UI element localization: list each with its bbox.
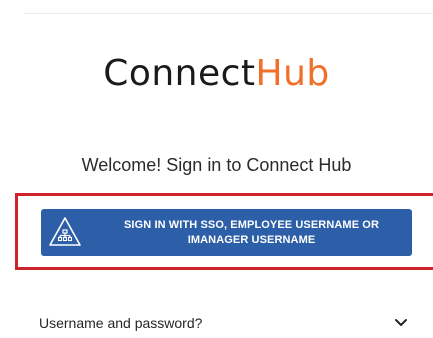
username-password-label: Username and password? [39, 315, 203, 331]
sso-button-label: SIGN IN WITH SSO, EMPLOYEE USERNAME OR I… [97, 218, 406, 248]
top-divider [24, 13, 433, 14]
logo-text-hub: Hub [255, 53, 330, 94]
username-password-toggle[interactable]: Username and password? [39, 313, 413, 333]
login-page: ConnectHub Welcome! Sign in to Connect H… [0, 0, 433, 338]
chevron-down-icon [395, 319, 407, 326]
sso-label-line2: IMANAGER USERNAME [187, 234, 316, 246]
sso-label-line1: SIGN IN WITH SSO, EMPLOYEE USERNAME OR [124, 219, 379, 231]
sso-sign-in-button[interactable]: SIGN IN WITH SSO, EMPLOYEE USERNAME OR I… [41, 209, 412, 256]
welcome-heading: Welcome! Sign in to Connect Hub [81, 155, 352, 175]
logo-text-connect: Connect [103, 53, 256, 94]
sitemap-warning-icon [49, 217, 81, 246]
connecthub-logo: ConnectHub [0, 50, 433, 98]
